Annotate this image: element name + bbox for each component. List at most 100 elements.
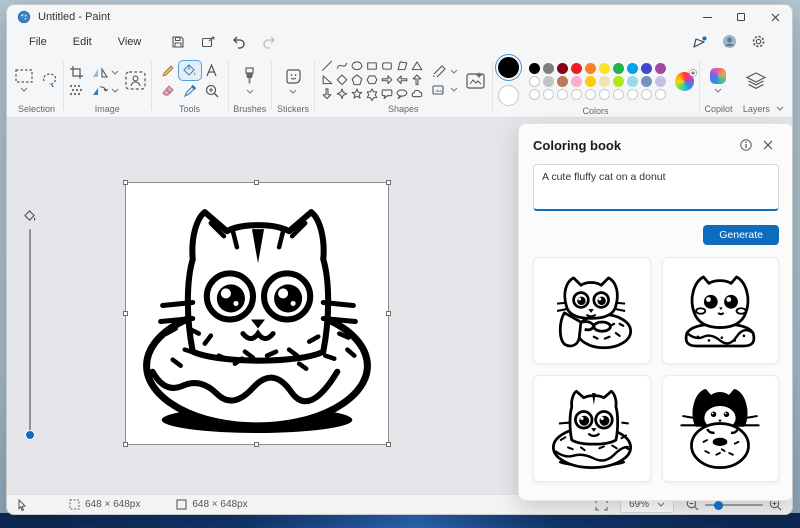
color-swatch-ed1c24[interactable] xyxy=(571,63,583,74)
selection-handle[interactable] xyxy=(386,442,391,447)
rotate-dropdown-chevron[interactable] xyxy=(111,88,119,93)
undo-icon[interactable] xyxy=(231,35,246,49)
pencil-tool[interactable] xyxy=(157,61,179,80)
color-swatch-empty[interactable] xyxy=(599,89,611,100)
color-swatch-c3c3c3[interactable] xyxy=(543,76,555,87)
ribbon-collapse-chevron[interactable] xyxy=(776,106,784,111)
fill-dropdown-chevron[interactable] xyxy=(450,87,458,92)
shape-cloud[interactable] xyxy=(410,88,425,102)
shape-rounded-rectangle[interactable] xyxy=(380,60,395,74)
magnifier-tool[interactable] xyxy=(201,81,223,100)
fill-tool[interactable] xyxy=(177,60,202,81)
selection-handle[interactable] xyxy=(123,442,128,447)
shape-outline-icon[interactable] xyxy=(432,64,447,78)
flip-dropdown-chevron[interactable] xyxy=(111,70,119,75)
shape-oval-callout[interactable] xyxy=(395,88,410,102)
color-swatch-empty[interactable] xyxy=(529,89,541,100)
color-swatch-c8bfe7[interactable] xyxy=(655,76,667,87)
size-slider-track[interactable] xyxy=(25,229,35,440)
crop-icon[interactable] xyxy=(69,65,84,80)
selection-handle[interactable] xyxy=(254,180,259,185)
shape-four-point-star[interactable] xyxy=(335,88,350,102)
color-swatch-efe4b0[interactable] xyxy=(599,76,611,87)
thumbnail-1[interactable] xyxy=(533,257,651,364)
selection-handle[interactable] xyxy=(254,442,259,447)
zoom-slider[interactable] xyxy=(705,500,763,510)
stickers-icon[interactable] xyxy=(285,68,302,85)
rotate-icon[interactable] xyxy=(92,84,108,97)
shape-diamond[interactable] xyxy=(335,74,350,88)
canvas[interactable] xyxy=(123,180,391,447)
color-swatch-000000[interactable] xyxy=(529,63,541,74)
shape-triangle[interactable] xyxy=(410,60,425,74)
size-slider[interactable] xyxy=(17,210,43,440)
color-swatch-ffffff[interactable] xyxy=(529,76,541,87)
free-form-select-icon[interactable] xyxy=(41,72,58,89)
prompt-input[interactable]: A cute fluffy cat on a donut xyxy=(533,164,779,211)
panel-close-button[interactable] xyxy=(757,136,779,154)
taskbar[interactable] xyxy=(0,513,800,528)
cocreator-icon[interactable] xyxy=(465,71,487,91)
color-swatch-empty[interactable] xyxy=(557,89,569,100)
color-swatch-empty[interactable] xyxy=(641,89,653,100)
maximize-button[interactable] xyxy=(724,5,758,29)
info-button[interactable] xyxy=(735,136,757,154)
canvas-workspace[interactable]: Coloring book A cute fluffy cat on a don… xyxy=(7,118,792,501)
color-swatch-empty[interactable] xyxy=(627,89,639,100)
color-swatch-ff7f27[interactable] xyxy=(585,63,597,74)
color-swatch-ffaec9[interactable] xyxy=(571,76,583,87)
remove-background-icon[interactable] xyxy=(125,71,146,90)
color-swatch-22b14c[interactable] xyxy=(613,63,625,74)
copilot-dropdown-chevron[interactable] xyxy=(714,88,722,93)
shape-fill-icon[interactable] xyxy=(432,84,447,96)
shape-five-point-star[interactable] xyxy=(350,88,365,102)
shape-speech-bubble[interactable] xyxy=(380,88,395,102)
outline-dropdown-chevron[interactable] xyxy=(450,69,458,74)
color-swatch-7092be[interactable] xyxy=(641,76,653,87)
size-slider-thumb[interactable] xyxy=(25,430,35,440)
shape-arrow-left[interactable] xyxy=(395,74,410,88)
shape-six-point-star[interactable] xyxy=(365,88,380,102)
color-swatch-empty[interactable] xyxy=(571,89,583,100)
color-swatch-empty[interactable] xyxy=(613,89,625,100)
shape-right-triangle[interactable] xyxy=(320,74,335,88)
menu-file[interactable]: File xyxy=(19,33,57,51)
color-swatch-empty[interactable] xyxy=(655,89,667,100)
shape-arrow-up[interactable] xyxy=(410,74,425,88)
shape-arrow-right[interactable] xyxy=(380,74,395,88)
menu-view[interactable]: View xyxy=(108,33,152,51)
color-swatch-7f7f7f[interactable] xyxy=(543,63,555,74)
shape-curve[interactable] xyxy=(335,60,350,74)
selection-handle[interactable] xyxy=(386,180,391,185)
title-bar[interactable]: Untitled - Paint xyxy=(7,5,792,29)
primary-color-swatch[interactable] xyxy=(494,54,522,81)
save-icon[interactable] xyxy=(171,35,185,49)
thumbnail-4[interactable] xyxy=(661,375,779,482)
color-swatch-880015[interactable] xyxy=(557,63,569,74)
shape-line[interactable] xyxy=(320,60,335,74)
share-preview-icon[interactable] xyxy=(692,35,708,49)
shape-hexagon[interactable] xyxy=(365,74,380,88)
color-swatch-3f48cc[interactable] xyxy=(641,63,653,74)
thumbnail-3[interactable] xyxy=(533,375,651,482)
stickers-dropdown-chevron[interactable] xyxy=(289,89,297,94)
secondary-color-swatch[interactable] xyxy=(497,85,519,106)
color-swatch-a349a4[interactable] xyxy=(655,63,667,74)
eraser-tool[interactable] xyxy=(157,81,179,100)
copilot-icon[interactable] xyxy=(710,68,727,84)
shape-arrow-down[interactable] xyxy=(320,88,335,102)
account-avatar[interactable] xyxy=(722,34,737,49)
color-swatch-00a2e8[interactable] xyxy=(627,63,639,74)
shape-quadrilateral[interactable] xyxy=(395,60,410,74)
dither-pattern-icon[interactable] xyxy=(69,84,84,96)
settings-gear-icon[interactable] xyxy=(751,34,766,49)
brushes-dropdown-chevron[interactable] xyxy=(246,89,254,94)
text-tool[interactable] xyxy=(201,61,223,80)
brush-icon[interactable] xyxy=(243,67,256,85)
selection-handle[interactable] xyxy=(386,310,391,316)
rectangle-select-icon[interactable] xyxy=(15,69,33,83)
zoom-slider-thumb[interactable] xyxy=(714,500,723,510)
selection-dropdown-chevron[interactable] xyxy=(20,87,28,92)
color-swatch-b5e61d[interactable] xyxy=(613,76,625,87)
selection-handle[interactable] xyxy=(123,310,128,316)
